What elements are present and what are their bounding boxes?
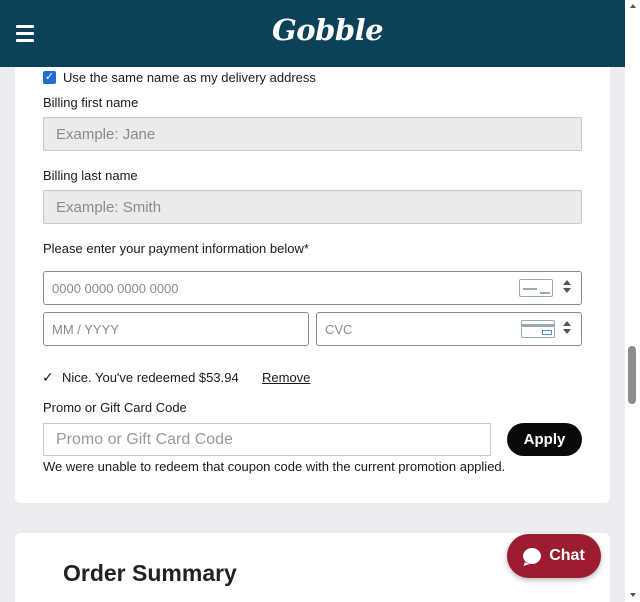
scrollbar[interactable] [625,0,640,602]
remove-link[interactable]: Remove [262,370,310,385]
same-name-checkbox[interactable]: ✓ [43,71,56,84]
promo-error: We were unable to redeem that coupon cod… [43,459,506,474]
promo-placeholder: Promo or Gift Card Code [56,430,233,448]
payment-heading: Please enter your payment information be… [43,241,309,256]
first-name-input[interactable]: Example: Jane [43,117,582,151]
check-icon: ✓ [42,369,54,385]
chat-bubble-icon [523,548,542,564]
scroll-down-icon[interactable] [630,593,636,597]
promo-input[interactable]: Promo or Gift Card Code [43,423,491,456]
card-number-placeholder: 0000 0000 0000 0000 [52,280,179,296]
last-name-label: Billing last name [43,168,138,183]
cvc-stepper-icon[interactable] [562,321,572,337]
first-name-label: Billing first name [43,95,139,110]
logo[interactable]: Gobble [272,13,384,47]
chat-label: Chat [549,547,585,564]
card-number-input[interactable]: 0000 0000 0000 0000 [43,271,582,305]
expiry-placeholder: MM / YYYY [52,321,119,337]
apply-button[interactable]: Apply [507,423,582,456]
cvc-placeholder: CVC [325,321,353,337]
menu-icon[interactable] [16,25,34,42]
promo-label: Promo or Gift Card Code [43,400,187,415]
card-icon [519,279,553,297]
order-summary-title: Order Summary [63,560,237,586]
expiry-input[interactable]: MM / YYYY [43,312,309,346]
chat-button[interactable]: Chat [507,534,601,578]
last-name-input[interactable]: Example: Smith [43,190,582,224]
same-name-label[interactable]: Use the same name as my delivery address [63,70,316,85]
cvc-card-icon [521,320,555,338]
redeem-message: Nice. You've redeemed $53.94 [62,370,239,385]
site-header: Gobble [0,0,625,67]
scroll-up-icon[interactable] [630,4,636,8]
card-stepper-icon[interactable] [562,280,572,296]
scrollbar-thumb[interactable] [628,346,636,404]
